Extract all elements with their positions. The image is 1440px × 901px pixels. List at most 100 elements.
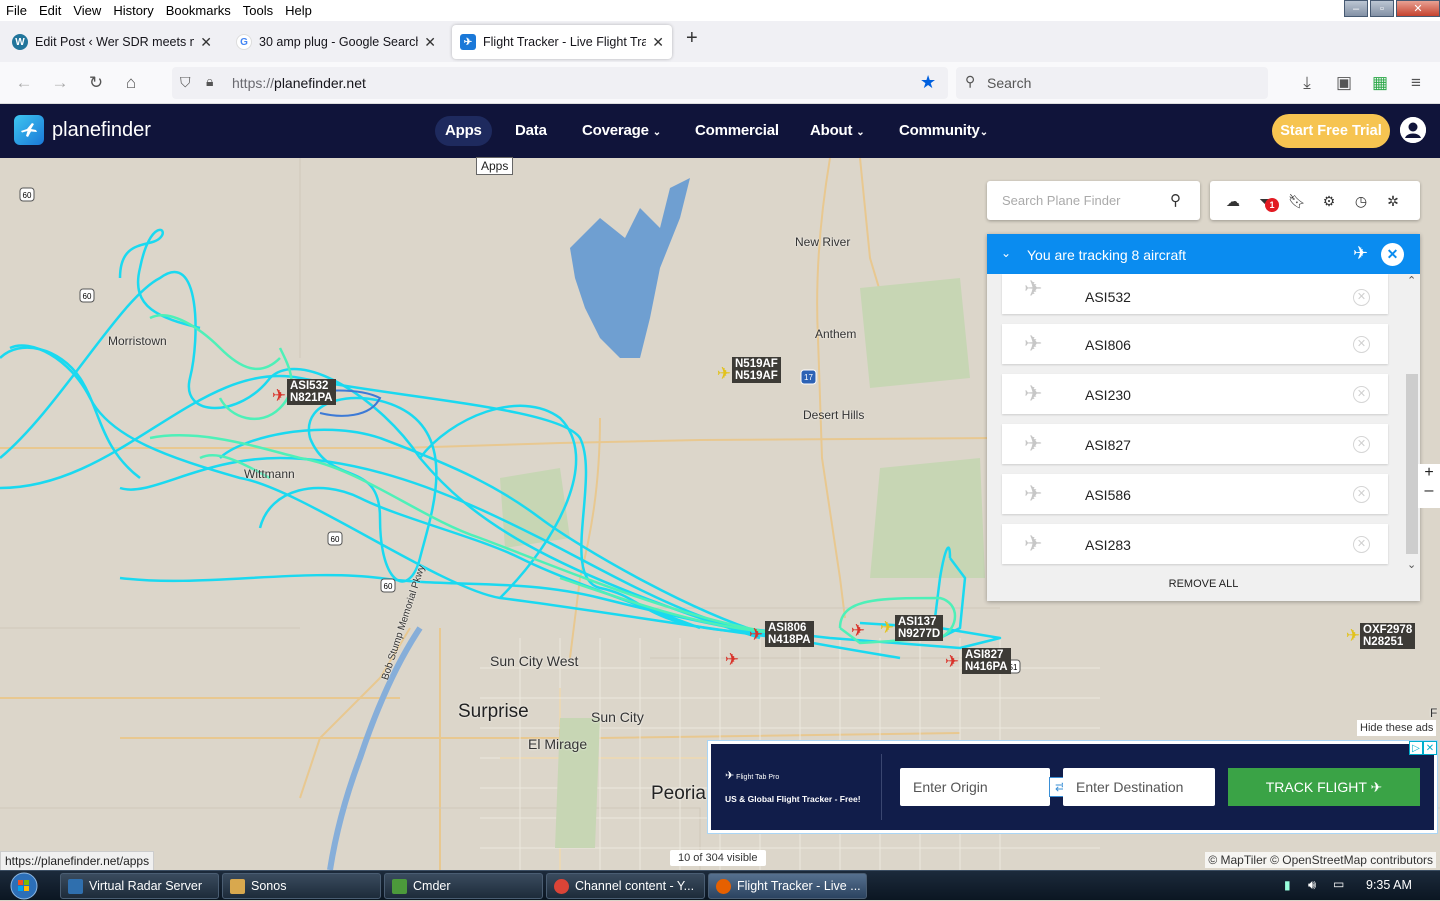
- nav-data[interactable]: Data: [505, 116, 557, 146]
- tracked-aircraft-row[interactable]: ✈ ASI532 ✕: [1002, 274, 1388, 314]
- close-window-button[interactable]: ✕: [1396, 0, 1440, 17]
- close-ad-icon[interactable]: ✕: [1423, 741, 1437, 755]
- nav-commercial[interactable]: Commercial: [685, 116, 789, 146]
- flight-label[interactable]: ASI806 N418PA: [765, 621, 814, 647]
- display-icon[interactable]: ▭: [1333, 877, 1344, 891]
- extension-icon[interactable]: ▦: [1370, 73, 1390, 93]
- place-label: Peoria: [651, 783, 706, 804]
- new-tab-button[interactable]: +: [686, 27, 698, 50]
- remove-aircraft-icon[interactable]: ✕: [1353, 386, 1370, 403]
- settings-gear-icon[interactable]: ⚙: [1320, 192, 1338, 210]
- user-account-icon[interactable]: [1400, 117, 1426, 143]
- screenshot-extension-icon[interactable]: ▣: [1334, 73, 1354, 93]
- menu-history[interactable]: History: [107, 3, 159, 18]
- hide-ads-link[interactable]: Hide these ads: [1357, 720, 1437, 736]
- taskbar-sonos[interactable]: Sonos: [222, 873, 381, 899]
- place-label: Sun City West: [490, 653, 579, 669]
- flight-label[interactable]: ASI532 N821PA: [287, 379, 336, 405]
- remove-aircraft-icon[interactable]: ✕: [1353, 436, 1370, 453]
- browser-search-box[interactable]: ⚲ Search: [956, 67, 1268, 99]
- history-icon[interactable]: ◷: [1352, 192, 1370, 210]
- scroll-up-icon[interactable]: ⌃: [1407, 274, 1416, 287]
- nav-coverage[interactable]: Coverage ⌄: [572, 116, 671, 146]
- volume-icon[interactable]: 🔊︎: [1308, 877, 1316, 893]
- window-controls: – ▫ ✕: [1342, 0, 1440, 18]
- menu-file[interactable]: File: [0, 3, 33, 18]
- scrollbar-thumb[interactable]: [1406, 374, 1418, 554]
- flight-label[interactable]: ASI827 N416PA: [962, 648, 1011, 674]
- home-icon[interactable]: ⌂: [121, 73, 141, 93]
- tracking-panel-header[interactable]: ⌄ You are tracking 8 aircraft ✈ ✕: [987, 234, 1420, 274]
- tab-title: Edit Post ‹ Wer SDR meets micro: [35, 35, 194, 49]
- tracked-aircraft-row[interactable]: ✈ ASI806 ✕: [1002, 324, 1388, 364]
- map-attribution[interactable]: © MapTiler © OpenStreetMap contributors: [1205, 852, 1436, 868]
- airport-icon[interactable]: ✲: [1384, 192, 1402, 210]
- chrome-icon: [554, 879, 569, 894]
- download-icon[interactable]: ⤓: [1297, 73, 1317, 93]
- start-button-icon[interactable]: [6, 871, 42, 901]
- close-tab-icon[interactable]: ✕: [424, 34, 436, 51]
- remove-all-button[interactable]: REMOVE ALL: [987, 578, 1420, 590]
- menu-bookmarks[interactable]: Bookmarks: [160, 3, 237, 18]
- planefinder-logo[interactable]: planefinder: [14, 115, 151, 145]
- zoom-out-button[interactable]: –: [1418, 482, 1440, 500]
- flight-label[interactable]: OXF2978 N28251: [1360, 623, 1416, 649]
- taskbar-virtual-radar[interactable]: Virtual Radar Server: [60, 873, 219, 899]
- adchoices-icon[interactable]: ▷: [1409, 741, 1423, 755]
- menu-view[interactable]: View: [67, 3, 107, 18]
- close-tab-icon[interactable]: ✕: [652, 34, 664, 51]
- remove-aircraft-icon[interactable]: ✕: [1353, 486, 1370, 503]
- tracked-aircraft-row[interactable]: ✈ ASI827 ✕: [1002, 424, 1388, 464]
- nav-apps[interactable]: Apps: [435, 116, 492, 146]
- bookmark-star-icon[interactable]: ★: [920, 72, 936, 93]
- scroll-down-icon[interactable]: ⌄: [1407, 558, 1416, 571]
- lock-icon[interactable]: 🔒︎: [206, 73, 213, 90]
- remove-aircraft-icon[interactable]: ✕: [1353, 336, 1370, 353]
- tab-google[interactable]: G 30 amp plug - Google Search ✕: [228, 25, 444, 59]
- tracked-aircraft-row[interactable]: ✈ ASI283 ✕: [1002, 524, 1388, 564]
- tab-planefinder[interactable]: ✈ Flight Tracker - Live Flight Track ✕: [452, 25, 672, 59]
- shield-icon[interactable]: ⛉: [180, 74, 191, 91]
- remove-aircraft-icon[interactable]: ✕: [1353, 536, 1370, 553]
- hamburger-menu-icon[interactable]: ≡: [1406, 73, 1426, 93]
- url-bar[interactable]: ⛉ 🔒︎ https://planefinder.net ★: [172, 67, 948, 99]
- plane-icon[interactable]: ✈: [1353, 243, 1368, 264]
- menu-edit[interactable]: Edit: [33, 3, 67, 18]
- close-tab-icon[interactable]: ✕: [200, 34, 212, 51]
- maximize-button[interactable]: ▫: [1370, 0, 1394, 17]
- flight-label[interactable]: ASI137 N9277D: [895, 615, 944, 641]
- close-icon[interactable]: ✕: [1381, 243, 1404, 266]
- nav-about[interactable]: About ⌄: [800, 116, 874, 146]
- back-icon[interactable]: ←: [14, 73, 34, 93]
- ad-track-flight-button[interactable]: TRACK FLIGHT ✈: [1228, 768, 1420, 806]
- reload-icon[interactable]: ↻: [86, 73, 106, 93]
- menu-help[interactable]: Help: [279, 3, 318, 18]
- nav-community[interactable]: Community⌄: [889, 116, 998, 146]
- ad-origin-input[interactable]: Enter Origin: [900, 768, 1050, 806]
- forward-icon[interactable]: →: [50, 73, 70, 93]
- start-free-trial-button[interactable]: Start Free Trial: [1272, 114, 1390, 148]
- ad-plane-icon: ✈: [725, 770, 735, 782]
- tab-wordpress[interactable]: W Edit Post ‹ Wer SDR meets micro ✕: [4, 25, 220, 59]
- plane-search-box[interactable]: Search Plane Finder ⚲: [987, 181, 1200, 220]
- remove-aircraft-icon[interactable]: ✕: [1353, 289, 1370, 306]
- tracked-aircraft-row[interactable]: ✈ ASI230 ✕: [1002, 374, 1388, 414]
- bookmark-icon[interactable]: 🔖︎: [1288, 192, 1306, 210]
- ad-destination-input[interactable]: Enter Destination: [1063, 768, 1215, 806]
- menu-tools[interactable]: Tools: [237, 3, 279, 18]
- network-icon[interactable]: ▮: [1284, 878, 1291, 892]
- taskbar-clock[interactable]: 9:35 AM: [1366, 878, 1412, 892]
- taskbar-firefox[interactable]: Flight Tracker - Live ...: [708, 873, 867, 899]
- taskbar-chrome[interactable]: Channel content - Y...: [546, 873, 705, 899]
- apps-tooltip: Apps: [476, 157, 514, 175]
- plane-icon: ✈: [1024, 431, 1043, 456]
- tracked-aircraft-row[interactable]: ✈ ASI586 ✕: [1002, 474, 1388, 514]
- chevron-down-icon[interactable]: ⌄: [1001, 246, 1011, 260]
- taskbar-cmder[interactable]: Cmder: [384, 873, 543, 899]
- search-icon[interactable]: ⚲: [1170, 191, 1181, 209]
- weather-icon[interactable]: ☁: [1224, 192, 1242, 210]
- minimize-button[interactable]: –: [1344, 0, 1368, 17]
- flight-label[interactable]: N519AF N519AF: [732, 357, 781, 383]
- navigation-bar: ← → ↻ ⌂ ⛉ 🔒︎ https://planefinder.net ★ ⚲…: [0, 62, 1440, 104]
- zoom-in-button[interactable]: +: [1418, 464, 1440, 482]
